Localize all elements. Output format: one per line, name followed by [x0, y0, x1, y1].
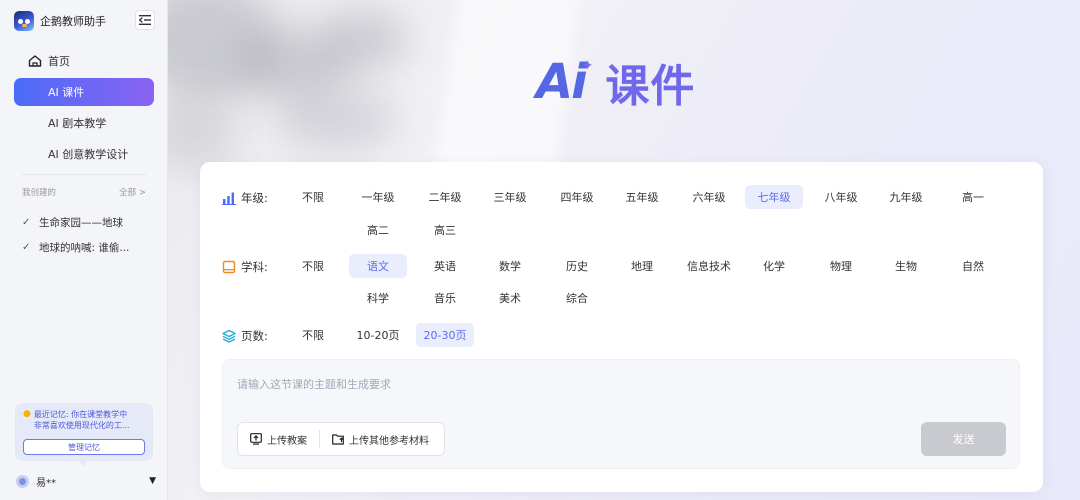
- nav-ai-courseware-label: AI 课件: [48, 86, 85, 99]
- avatar: [16, 474, 29, 488]
- pages-label-text: 页数:: [241, 329, 268, 343]
- home-icon: [28, 55, 42, 67]
- my-created-title: 我创建的: [22, 188, 57, 198]
- page-title: Ai ✦ 课件: [536, 52, 695, 112]
- upload-group: 上传教案 上传其他参考材料: [237, 422, 445, 456]
- memory-card-pointer: [78, 461, 88, 466]
- subject-option[interactable]: 数学: [481, 254, 539, 278]
- memory-text: ● 最近记忆: 你在课堂教学中 非常喜欢使用现代化的工...: [23, 409, 145, 431]
- subject-option[interactable]: 美术: [481, 286, 539, 310]
- chevron-down-icon: ✓: [22, 217, 31, 228]
- prompt-box: 上传教案 上传其他参考材料 发送: [222, 359, 1020, 469]
- upload-reference-label: 上传其他参考材料: [349, 435, 429, 447]
- subject-option[interactable]: 科学: [349, 286, 407, 310]
- subject-option[interactable]: 化学: [745, 254, 803, 278]
- upload-reference-button[interactable]: 上传其他参考材料: [320, 423, 441, 455]
- memory-line-1: 最近记忆: 你在课堂教学中: [33, 410, 128, 419]
- grade-option[interactable]: 高三: [416, 218, 474, 242]
- history-item[interactable]: ✓ 地球的呐喊: 谁偷...: [22, 240, 152, 255]
- history-item-label: 生命家园——地球: [39, 217, 123, 229]
- nav-ai-creative-design-label: AI 创意教学设计: [48, 148, 129, 161]
- grade-option[interactable]: 高二: [349, 218, 407, 242]
- book-icon: [222, 260, 236, 274]
- subject-option[interactable]: 不限: [284, 254, 342, 278]
- nav-home-label: 首页: [48, 55, 70, 68]
- subject-option[interactable]: 历史: [548, 254, 606, 278]
- nav-ai-courseware[interactable]: AI 课件: [14, 78, 154, 106]
- subject-label-text: 学科:: [241, 260, 268, 274]
- grade-option[interactable]: 二年级: [416, 185, 474, 209]
- history-item[interactable]: ✓ 生命家园——地球: [22, 215, 152, 230]
- app-name: 企鹅教师助手: [40, 15, 106, 28]
- subject-option[interactable]: 生物: [877, 254, 935, 278]
- grade-option[interactable]: 六年级: [680, 185, 738, 209]
- grade-option[interactable]: 八年级: [812, 185, 870, 209]
- subject-option[interactable]: 自然: [944, 254, 1002, 278]
- grade-option[interactable]: 九年级: [877, 185, 935, 209]
- subject-option[interactable]: 信息技术: [680, 254, 738, 278]
- caret-down-icon: ▼: [149, 476, 156, 486]
- history-item-label: 地球的呐喊: 谁偷...: [39, 242, 130, 254]
- grade-option[interactable]: 七年级: [745, 185, 803, 209]
- nav-ai-script-teaching-label: AI 剧本教学: [48, 117, 107, 130]
- main-area: Ai ✦ 课件 年级: 不限 一年级 二年级 三年级 四年级 五年级 六年级 七年级 八年级 九年…: [168, 0, 1080, 500]
- upload-lesson-plan-label: 上传教案: [267, 435, 307, 447]
- nav-home[interactable]: 首页: [14, 47, 154, 75]
- grade-option[interactable]: 四年级: [548, 185, 606, 209]
- subject-option[interactable]: 音乐: [416, 286, 474, 310]
- view-all-link[interactable]: 全部 >: [119, 186, 146, 198]
- upload-icon: [250, 433, 262, 445]
- grade-option[interactable]: 高一: [944, 185, 1002, 209]
- pages-label: 页数:: [222, 328, 268, 344]
- collapse-menu-icon: [139, 15, 151, 25]
- nav-ai-script-teaching[interactable]: AI 剧本教学: [14, 109, 154, 137]
- bar-chart-icon: [222, 192, 236, 205]
- pages-option[interactable]: 不限: [284, 323, 342, 347]
- manage-memory-button[interactable]: 管理记忆: [23, 439, 145, 455]
- grade-option[interactable]: 不限: [284, 185, 342, 209]
- background-shadow: [278, 90, 398, 150]
- grade-label: 年级:: [222, 190, 268, 206]
- upload-lesson-plan-button[interactable]: 上传教案: [238, 423, 319, 455]
- collapse-sidebar-button[interactable]: [135, 10, 155, 30]
- sidebar-divider: [22, 174, 146, 175]
- sparkle-icon: ✦: [581, 58, 594, 74]
- sidebar: 企鹅教师助手 首页 AI 课件 AI 剧本教学 AI 创意教学设计 我创建的 全…: [0, 0, 168, 500]
- background-shadow: [318, 10, 408, 70]
- user-menu[interactable]: 易** ▼: [16, 474, 156, 489]
- penguin-logo-icon: [14, 11, 34, 31]
- lightbulb-icon: ●: [23, 409, 31, 419]
- subject-option[interactable]: 英语: [416, 254, 474, 278]
- topic-input[interactable]: [237, 374, 997, 394]
- grade-option[interactable]: 三年级: [481, 185, 539, 209]
- folder-upload-icon: [332, 434, 344, 445]
- nav-ai-creative-design[interactable]: AI 创意教学设计: [14, 140, 154, 168]
- user-name: 易**: [36, 477, 56, 489]
- subject-option[interactable]: 语文: [349, 254, 407, 278]
- hero-ai-text: Ai: [536, 54, 588, 110]
- send-button[interactable]: 发送: [921, 422, 1006, 456]
- subject-option[interactable]: 综合: [548, 286, 606, 310]
- grade-option[interactable]: 五年级: [613, 185, 671, 209]
- memory-line-2: 非常喜欢使用现代化的工...: [33, 421, 130, 430]
- grade-option[interactable]: 一年级: [349, 185, 407, 209]
- background-shadow: [168, 100, 238, 170]
- chevron-down-icon: ✓: [22, 242, 31, 253]
- subject-option[interactable]: 地理: [613, 254, 671, 278]
- generator-card: 年级: 不限 一年级 二年级 三年级 四年级 五年级 六年级 七年级 八年级 九年级 高一 高二 高三 …: [200, 162, 1043, 492]
- brand[interactable]: 企鹅教师助手: [14, 11, 106, 31]
- memory-card: ● 最近记忆: 你在课堂教学中 非常喜欢使用现代化的工... 管理记忆: [15, 403, 153, 461]
- my-created-header: 我创建的 全部 >: [22, 186, 146, 198]
- subject-option[interactable]: 物理: [812, 254, 870, 278]
- layers-icon: [222, 329, 236, 343]
- hero-title-text: 课件: [605, 61, 696, 112]
- pages-option[interactable]: 10-20页: [349, 323, 407, 347]
- grade-label-text: 年级:: [241, 191, 268, 205]
- pages-option[interactable]: 20-30页: [416, 323, 474, 347]
- subject-label: 学科:: [222, 259, 268, 275]
